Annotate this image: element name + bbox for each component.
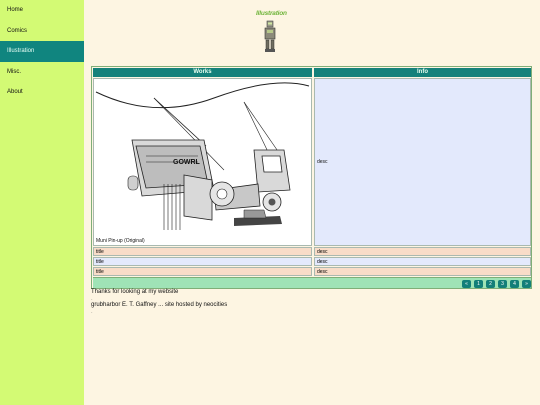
row-desc: desc (314, 247, 531, 256)
column-header-works: Works (93, 68, 312, 77)
works-table: Works Info GOWRL Muni Pin-up (Original) … (91, 66, 532, 289)
row-desc: desc (314, 257, 531, 266)
column-header-info: Info (314, 68, 531, 77)
illustration-artwork[interactable]: GOWRL (94, 80, 311, 236)
sidebar: Home Comics Illustration Misc. About (0, 0, 84, 405)
work-description: desc (317, 159, 328, 165)
footer-thanks: Thanks for looking at my website (91, 289, 179, 295)
table-row[interactable]: title desc (93, 267, 531, 276)
work-caption: Muni Pin-up (Original) (96, 238, 145, 244)
nav-home[interactable]: Home (0, 0, 84, 21)
page-1-button[interactable]: 1 (474, 279, 483, 288)
page-4-button[interactable]: 4 (510, 279, 519, 288)
prev-page-button[interactable]: « (462, 279, 471, 288)
featured-info-cell: desc (314, 78, 531, 246)
row-title: title (93, 267, 312, 276)
footer-divider: - (91, 309, 93, 314)
table-row[interactable]: title desc (93, 257, 531, 266)
row-title: title (93, 247, 312, 256)
row-desc: desc (314, 267, 531, 276)
nav-misc[interactable]: Misc. (0, 62, 84, 83)
footer-credit: grubharbor E. T. Gaffney ... site hosted… (91, 302, 228, 308)
nav-illustration[interactable]: Illustration (0, 41, 84, 62)
page-3-button[interactable]: 3 (498, 279, 507, 288)
next-page-button[interactable]: » (522, 279, 531, 288)
page-title: Illustration (256, 10, 287, 17)
robot-figure-icon (264, 20, 276, 52)
artwork-lettering: GOWRL (173, 159, 201, 166)
footer-divider: - (91, 296, 93, 301)
featured-work-cell: GOWRL Muni Pin-up (Original) (93, 78, 312, 246)
row-title: title (93, 257, 312, 266)
main-content: Illustration Works Info GOWRL Muni Pin-u… (84, 0, 540, 405)
pagination: « 1 2 3 4 » (93, 277, 531, 288)
page-2-button[interactable]: 2 (486, 279, 495, 288)
table-row[interactable]: title desc (93, 247, 531, 256)
nav-about[interactable]: About (0, 82, 84, 103)
nav-comics[interactable]: Comics (0, 21, 84, 42)
